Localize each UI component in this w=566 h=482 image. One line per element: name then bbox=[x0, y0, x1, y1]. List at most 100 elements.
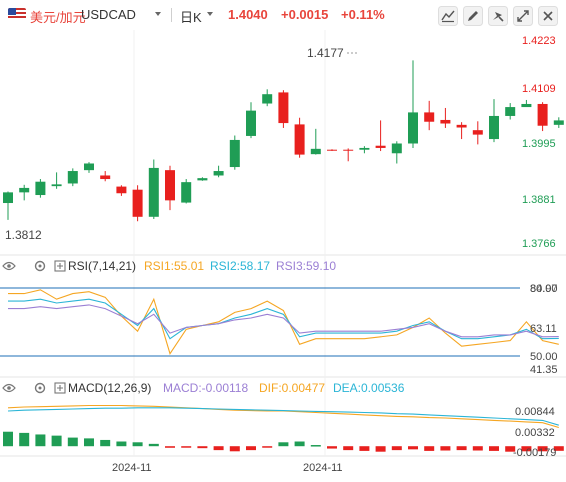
macd-histogram-bar bbox=[84, 438, 94, 447]
candle-body bbox=[327, 149, 337, 151]
price-tick: 1.3995 bbox=[522, 138, 556, 150]
time-axis: 2024-11 2024-11 bbox=[112, 462, 343, 474]
rsi2-value: RSI2:58.17 bbox=[210, 259, 270, 273]
candle-body bbox=[213, 171, 224, 176]
candle-body bbox=[424, 112, 435, 122]
macd-histogram-bar bbox=[116, 441, 127, 447]
rsi1-value: RSI1:55.01 bbox=[144, 259, 204, 273]
price-tick: 1.3766 bbox=[522, 238, 556, 250]
candle-body bbox=[456, 124, 467, 128]
rsi-header: RSI(7,14,21) RSI1:55.01 RSI2:58.17 RSI3:… bbox=[2, 259, 336, 273]
rsi-tick: 63.11 bbox=[530, 323, 557, 335]
time-tick: 2024-11 bbox=[303, 462, 343, 474]
gear-icon[interactable] bbox=[34, 260, 46, 272]
macd-histogram-bar bbox=[408, 446, 418, 450]
rsi3-value: RSI3:59.10 bbox=[276, 259, 336, 273]
macd-histogram-bar bbox=[165, 446, 175, 448]
macd-histogram-bar bbox=[100, 439, 111, 447]
candle-body bbox=[51, 184, 62, 187]
candle-body bbox=[375, 145, 386, 148]
macd-histogram-bar bbox=[262, 446, 273, 448]
candle-body bbox=[505, 107, 516, 116]
macd-histogram-bar bbox=[67, 437, 78, 447]
candle-body bbox=[229, 139, 240, 168]
macd-histogram-bar bbox=[424, 446, 435, 451]
candle-body bbox=[408, 112, 418, 144]
macd-histogram-bar bbox=[456, 446, 467, 451]
price-tick: 1.3881 bbox=[522, 194, 556, 206]
rsi-series bbox=[8, 289, 559, 355]
macd-histogram-bar bbox=[440, 446, 451, 451]
macd-histogram-bar bbox=[375, 446, 386, 452]
macd-histogram-bar bbox=[294, 441, 305, 447]
min-annotation: 1.3812 bbox=[5, 228, 42, 242]
chart-canvas[interactable]: 1.4223 1.4109 1.3995 1.3881 1.3766 1.417… bbox=[0, 0, 566, 482]
expand-icon[interactable] bbox=[54, 382, 66, 394]
macd-line-dea bbox=[7, 407, 559, 426]
rsi-label: RSI(7,14,21) bbox=[68, 259, 136, 273]
macd-tick: 0.00332 bbox=[515, 427, 555, 439]
macd-histogram-bar bbox=[310, 445, 321, 447]
macd-axis: 0.00844 0.00332 -0.00179 bbox=[513, 406, 556, 459]
rsi-tick: 41.35 bbox=[530, 364, 558, 376]
macd-histogram-bar bbox=[359, 446, 370, 451]
max-annotation: 1.4177 bbox=[307, 46, 358, 60]
eye-icon[interactable] bbox=[2, 383, 16, 393]
candle-body bbox=[3, 192, 13, 204]
candle-body bbox=[100, 175, 111, 180]
macd-histogram-bar bbox=[181, 446, 192, 448]
candle-body bbox=[116, 186, 127, 194]
macd-histogram-bar bbox=[278, 442, 289, 447]
macd-histogram-bar bbox=[343, 446, 354, 451]
rsi-tick: 84.97 bbox=[530, 283, 558, 295]
candle-body bbox=[440, 119, 451, 124]
candle-body bbox=[181, 182, 192, 203]
macd-histogram-bar bbox=[229, 446, 240, 452]
min-price-label: 1.3812 bbox=[5, 228, 42, 242]
candle-body bbox=[489, 115, 499, 140]
expand-icon[interactable] bbox=[54, 260, 66, 272]
macd-histogram-bar bbox=[327, 446, 337, 449]
candle-body bbox=[84, 163, 94, 171]
macd-histogram-bar bbox=[35, 434, 46, 447]
macd-header: MACD(12,26,9) MACD:-0.00118 DIF:0.00477 … bbox=[2, 381, 405, 395]
macd-histogram-bar bbox=[391, 446, 402, 451]
rsi-line-rsi3 bbox=[8, 304, 559, 338]
macd-label: MACD(12,26,9) bbox=[68, 381, 151, 395]
candle-body bbox=[165, 170, 175, 201]
macd-histogram-bar bbox=[132, 442, 143, 447]
candle-body bbox=[148, 167, 159, 217]
price-tick: 1.4109 bbox=[522, 83, 556, 95]
macd-tick: -0.00179 bbox=[513, 447, 556, 459]
macd-histogram-bar bbox=[19, 432, 30, 447]
candle-body bbox=[35, 181, 46, 196]
gear-icon[interactable] bbox=[34, 382, 46, 394]
macd-value: MACD:-0.00118 bbox=[163, 381, 248, 395]
macd-histogram-bar bbox=[489, 446, 499, 451]
macd-histogram-bar bbox=[3, 431, 13, 447]
candle-body bbox=[278, 92, 289, 124]
candle-body bbox=[521, 103, 532, 108]
candle-body bbox=[359, 147, 370, 150]
macd-histogram-bar bbox=[148, 443, 159, 447]
macd-histogram-bar bbox=[472, 446, 483, 451]
candle-body bbox=[132, 189, 143, 217]
candle-body bbox=[537, 103, 548, 126]
candle-body bbox=[553, 120, 564, 125]
candle-body bbox=[310, 148, 321, 155]
dea-value: DEA:0.00536 bbox=[333, 381, 405, 395]
candle-body bbox=[472, 130, 483, 135]
candle-body bbox=[197, 178, 208, 181]
price-tick: 1.4223 bbox=[522, 35, 556, 47]
candlestick-series bbox=[3, 60, 564, 222]
candle-body bbox=[262, 94, 273, 104]
candle-body bbox=[391, 143, 402, 154]
time-tick: 2024-11 bbox=[112, 462, 152, 474]
rsi-axis: 80.00 84.97 63.11 50.00 41.35 bbox=[530, 283, 558, 376]
candle-body bbox=[246, 110, 256, 136]
macd-histogram-bar bbox=[197, 446, 208, 449]
eye-icon[interactable] bbox=[2, 261, 16, 271]
macd-histogram-bar bbox=[213, 446, 224, 451]
dif-value: DIF:0.00477 bbox=[259, 381, 325, 395]
candle-body bbox=[343, 149, 354, 151]
